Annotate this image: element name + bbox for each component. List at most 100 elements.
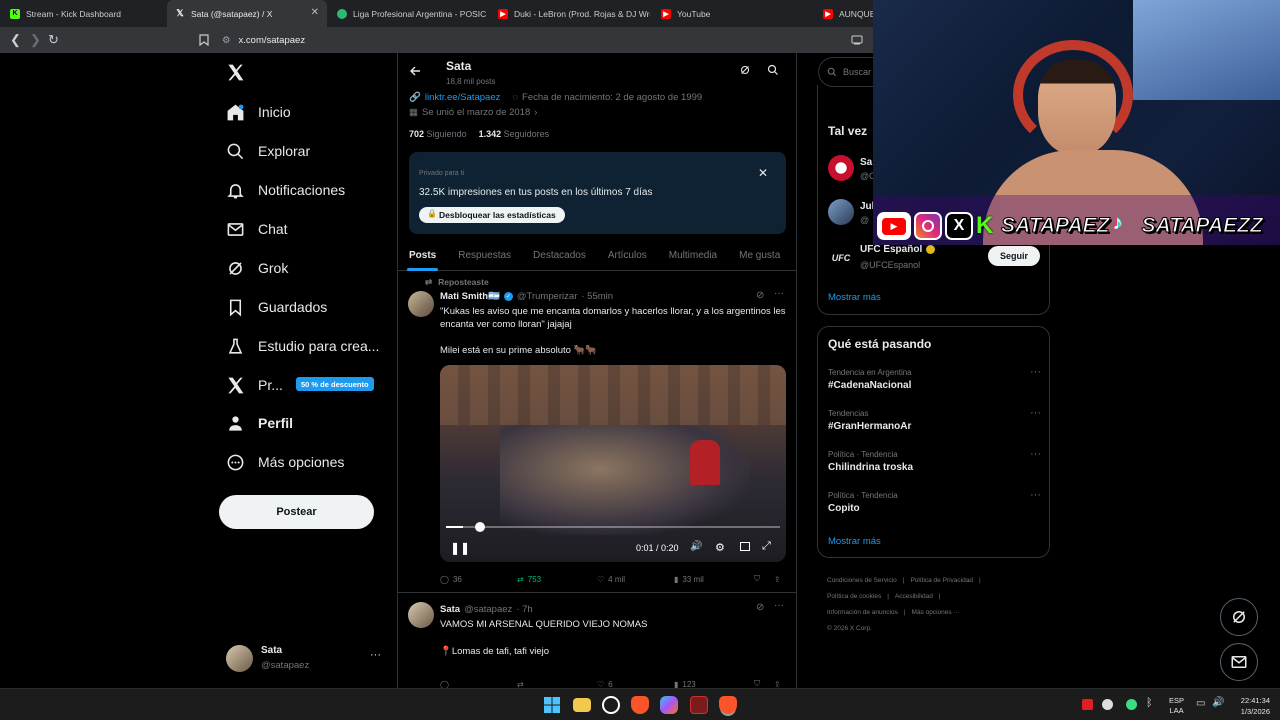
browser-tab[interactable]: Liga Profesional Argentina - POSICIO — [329, 0, 487, 27]
tab-media[interactable]: Multimedia — [658, 239, 728, 271]
pause-icon[interactable]: ❚❚ — [450, 541, 470, 555]
copilot-icon[interactable] — [660, 696, 678, 714]
nav-premium[interactable]: Pr... — [226, 368, 283, 402]
footer-link[interactable]: Más opciones ··· — [912, 609, 960, 616]
app-icon[interactable] — [690, 696, 708, 714]
search-icon[interactable] — [767, 64, 779, 76]
close-icon[interactable]: ✕ — [311, 7, 319, 18]
avatar[interactable] — [408, 291, 434, 317]
more-icon[interactable]: ··· — [1030, 489, 1041, 501]
pip-icon[interactable] — [740, 542, 750, 551]
suggestion-name[interactable]: UFC Español — [860, 244, 922, 255]
trend-item[interactable]: Tendencias #GranHermanoAr ··· — [828, 407, 1041, 432]
cast-icon[interactable] — [851, 35, 863, 45]
back-arrow-icon[interactable] — [409, 65, 421, 77]
nav-explore[interactable]: Explorar — [226, 134, 310, 168]
nav-more[interactable]: Más opciones — [226, 445, 344, 479]
nav-home[interactable]: Inicio — [226, 95, 291, 129]
account-switcher[interactable]: Sata @satapaez ··· — [226, 643, 386, 675]
share-button[interactable]: ⇪ — [774, 575, 781, 584]
url-field[interactable]: ⚙ x.com/satapaez — [222, 31, 822, 49]
views-button[interactable]: ▮ 33 mil — [674, 575, 704, 584]
tab-articles[interactable]: Artículos — [597, 239, 658, 271]
followers-link[interactable]: 1.342 Seguidores — [479, 129, 550, 139]
repost-button[interactable]: ⇄ 753 — [517, 575, 541, 584]
more-icon[interactable]: ··· — [774, 288, 784, 299]
more-icon[interactable]: ··· — [774, 600, 784, 611]
ufc-logo-icon[interactable]: UFC — [828, 245, 854, 271]
grok-floating-button[interactable] — [1220, 598, 1258, 636]
browser-tab[interactable]: ▶ YouTube — [653, 0, 813, 27]
tray-icon[interactable] — [1126, 699, 1137, 710]
browser-tab[interactable]: ▶ AUNQUE — [815, 0, 875, 27]
video-scrubber[interactable] — [446, 522, 780, 532]
settings-icon[interactable]: ⚙ — [715, 541, 725, 554]
post-video[interactable]: ❚❚ 0:01 / 0:20 🔊 ⚙ ⤢ — [440, 365, 786, 562]
brave-active-icon[interactable] — [719, 696, 737, 714]
x-logo-icon[interactable] — [226, 63, 245, 82]
volume-icon[interactable]: 🔊 — [690, 541, 702, 552]
tab-highlights[interactable]: Destacados — [522, 239, 597, 271]
volume-icon[interactable]: 🔊 — [1212, 697, 1224, 708]
nav-grok[interactable]: Grok — [226, 251, 288, 285]
trend-item[interactable]: Política · Tendencia Chilindrina troska … — [828, 448, 1041, 473]
search-input[interactable]: Buscar — [818, 57, 878, 87]
post-author[interactable]: Mati Smith🇦🇷 — [440, 291, 500, 302]
tray-icon[interactable] — [1102, 699, 1113, 710]
language-indicator[interactable]: ESP LAA — [1169, 696, 1184, 716]
footer-link[interactable]: Condiciones de Servicio — [827, 577, 897, 584]
video-scrub-knob[interactable] — [474, 522, 485, 532]
fullscreen-icon[interactable]: ⤢ — [762, 540, 771, 553]
post[interactable]: ⇄ Reposteaste Mati Smith🇦🇷 ✓ @Trumperizar… — [398, 271, 796, 593]
nav-bookmarks[interactable]: Guardados — [226, 290, 327, 324]
bluetooth-icon[interactable]: ᛒ — [1146, 697, 1153, 709]
follow-button[interactable]: Seguir — [988, 246, 1040, 266]
back-icon[interactable]: ❮ — [10, 32, 21, 48]
like-button[interactable]: ♡ 4 mil — [597, 575, 625, 584]
tab-posts[interactable]: Posts — [398, 239, 447, 271]
footer-link[interactable]: Política de Privacidad — [910, 577, 973, 584]
windows-start-icon[interactable] — [544, 697, 560, 713]
nav-chat[interactable]: Chat — [226, 212, 288, 246]
avatar[interactable] — [828, 155, 854, 181]
trend-item[interactable]: Política · Tendencia Copito ··· — [828, 489, 1041, 514]
browser-tab-active[interactable]: 𝕏 Sata (@satapaez) / X ✕ — [167, 0, 327, 27]
profile-link[interactable]: linktr.ee/Satapaez — [425, 92, 501, 103]
nav-creator-studio[interactable]: Estudio para crea... — [226, 329, 379, 363]
tray-icon[interactable] — [1082, 699, 1093, 710]
close-icon[interactable]: ✕ — [758, 166, 768, 180]
more-icon[interactable]: ··· — [1030, 407, 1041, 419]
footer-link[interactable]: Información de anuncios — [827, 609, 898, 616]
unlock-stats-button[interactable]: 🔒 Desbloquear las estadísticas — [419, 207, 565, 223]
browser-tab[interactable]: ▶ Duki - LeBron (Prod. Rojas & DJ Wre — [490, 0, 650, 27]
post-author[interactable]: Sata — [440, 604, 460, 615]
browser-tab[interactable]: K Stream - Kick Dashboard — [2, 0, 167, 27]
obs-icon[interactable] — [602, 696, 620, 714]
brave-icon[interactable] — [631, 696, 649, 714]
show-more-link[interactable]: Mostrar más — [828, 292, 881, 303]
nav-profile[interactable]: Perfil — [226, 406, 293, 440]
tab-likes[interactable]: Me gusta — [728, 239, 791, 271]
more-icon[interactable]: ··· — [1030, 448, 1041, 460]
avatar[interactable] — [408, 602, 434, 628]
messages-floating-button[interactable] — [1220, 643, 1258, 681]
suggestion-name[interactable]: Sa — [860, 157, 872, 168]
clock[interactable]: 22:41:34 1/3/2026 — [1232, 695, 1270, 717]
file-explorer-icon[interactable] — [573, 698, 591, 712]
footer-link[interactable]: Política de cookies — [827, 593, 881, 600]
nav-notifications[interactable]: Notificaciones — [226, 173, 345, 207]
monitor-icon[interactable]: ▭ — [1196, 698, 1205, 709]
show-more-link[interactable]: Mostrar más — [828, 536, 881, 547]
grok-icon[interactable] — [739, 64, 751, 76]
footer-link[interactable]: Accesibilidad — [895, 593, 933, 600]
grok-icon[interactable]: ⊘ — [756, 602, 764, 613]
trend-item[interactable]: Tendencia en Argentina #CadenaNacional ·… — [828, 366, 1041, 391]
avatar[interactable] — [828, 199, 854, 225]
bookmark-button[interactable]: ⛉ — [754, 574, 760, 584]
tab-replies[interactable]: Respuestas — [447, 239, 522, 271]
grok-icon[interactable]: ⊘ — [756, 290, 764, 301]
reply-button[interactable]: ◯ 36 — [440, 575, 462, 584]
reload-icon[interactable]: ↻ — [48, 32, 59, 48]
following-link[interactable]: 702 Siguiendo — [409, 129, 467, 139]
more-icon[interactable]: ··· — [370, 649, 381, 661]
